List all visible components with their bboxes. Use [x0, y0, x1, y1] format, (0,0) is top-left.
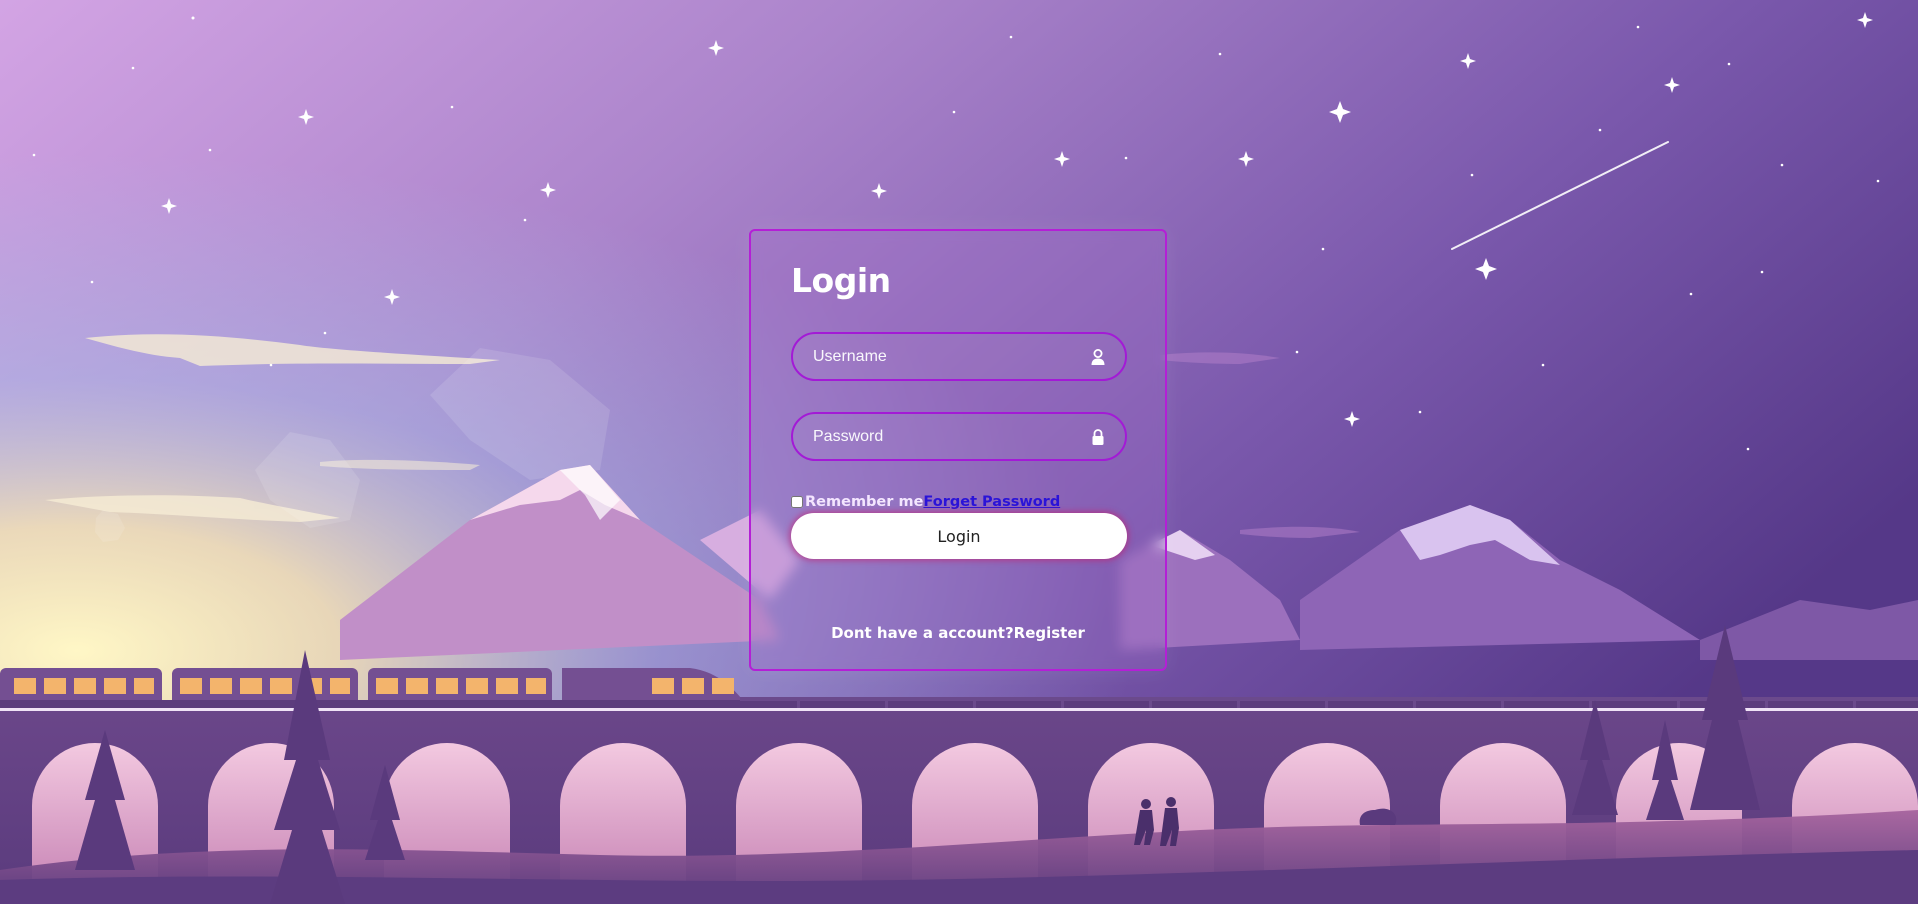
password-input[interactable]: [793, 414, 1125, 459]
username-field-wrapper: [791, 332, 1127, 381]
user-icon: [1089, 348, 1107, 366]
login-card: Login Remember me Forget Password Login …: [749, 229, 1167, 671]
forget-password-link[interactable]: Forget Password: [923, 494, 1060, 510]
register-link[interactable]: Register: [1014, 624, 1085, 642]
register-row: Dont have a account?Register: [751, 624, 1165, 642]
lock-icon: [1089, 428, 1107, 446]
no-account-text: Dont have a account?: [831, 624, 1014, 642]
login-title: Login: [791, 261, 891, 300]
remember-me-checkbox[interactable]: [791, 496, 803, 508]
remember-me-label[interactable]: Remember me: [805, 494, 923, 510]
username-input[interactable]: [793, 334, 1125, 379]
login-button[interactable]: Login: [791, 513, 1127, 559]
remember-row: Remember me Forget Password: [791, 493, 1060, 511]
password-field-wrapper: [791, 412, 1127, 461]
